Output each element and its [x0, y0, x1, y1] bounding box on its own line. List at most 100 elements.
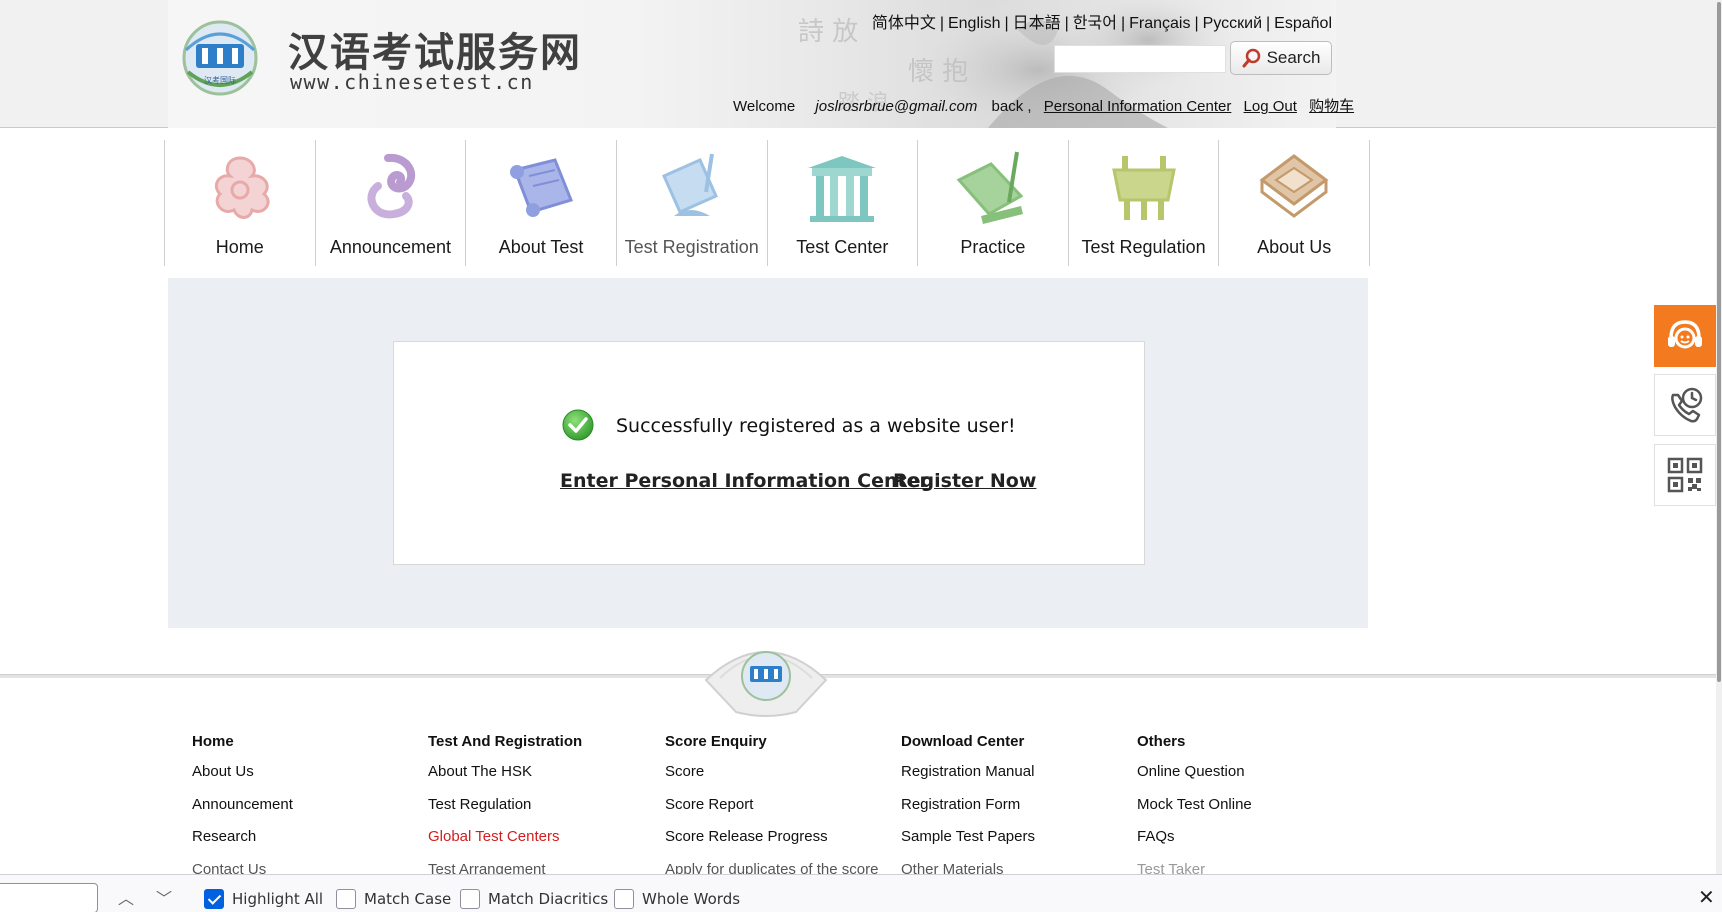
highlight-all-label: Highlight All: [232, 890, 324, 908]
phone-clock-icon: [1671, 387, 1703, 423]
footer-link[interactable]: Sample Test Papers: [901, 828, 1131, 861]
welcome-text: Welcome: [733, 98, 796, 115]
check-circle-icon: [562, 409, 594, 441]
footer-link[interactable]: About The HSK: [428, 763, 658, 796]
footer-link[interactable]: Score Release Progress: [665, 828, 895, 861]
nav-label-announcement: Announcement: [329, 237, 451, 257]
home-cloud-icon: [214, 156, 270, 219]
match-diacritics-label: Match Diacritics: [488, 890, 609, 908]
footer-col-test-and-registration: Test And Registration About The HSK Test…: [428, 733, 658, 893]
qr-code-button[interactable]: [1654, 444, 1716, 506]
language-switcher: 简体中文 | English | 日本語 | 한국어 | Français | Русский | Es…: [871, 15, 1332, 32]
nav-item-about-test[interactable]: About Test: [466, 140, 617, 266]
announcement-swirl-icon: [368, 153, 416, 219]
welcome-bar: Welcome joslrosrbrue@gmail.com back , Pe…: [733, 95, 1354, 116]
svg-text:汉考国际: 汉考国际: [204, 76, 236, 85]
match-case-checkbox[interactable]: [336, 889, 356, 909]
nav-label-home: Home: [215, 237, 264, 257]
search-input[interactable]: [1054, 45, 1226, 73]
footer-link[interactable]: Test Regulation: [428, 796, 658, 829]
close-icon[interactable]: ✕: [1698, 885, 1715, 909]
footer-col-title: Others: [1137, 733, 1186, 750]
headset-icon: [1668, 320, 1702, 349]
main-nav: Home Announcement About Test Test Regist…: [164, 140, 1370, 266]
footer-col-others: Others Online Question Mock Test Online …: [1137, 733, 1367, 893]
whole-words-option[interactable]: Whole Words: [614, 889, 740, 909]
customer-service-button[interactable]: [1654, 305, 1716, 367]
nav-label-practice: Practice: [960, 237, 1026, 257]
match-diacritics-checkbox[interactable]: [460, 889, 480, 909]
lang-ru[interactable]: Русский: [1203, 15, 1262, 32]
user-email: joslrosrbrue@gmail.com: [815, 98, 978, 115]
match-case-label: Match Case: [364, 890, 452, 908]
footer-col-download-center: Download Center Registration Manual Regi…: [901, 733, 1131, 893]
lang-fr[interactable]: Français: [1129, 15, 1190, 32]
seal-box-icon: [1259, 154, 1329, 218]
lang-zh[interactable]: 简体中文: [872, 15, 936, 32]
personal-center-link[interactable]: Personal Information Center: [1044, 98, 1232, 115]
cart-link[interactable]: 购物车: [1309, 98, 1354, 115]
find-previous-button[interactable]: ︿: [118, 885, 134, 909]
hanban-emblem-icon[interactable]: 汉考国际: [174, 20, 266, 96]
nav-item-announcement[interactable]: Announcement: [316, 140, 467, 266]
lang-ko[interactable]: 한국어: [1073, 15, 1117, 32]
search-icon: [1242, 48, 1260, 68]
footer-col-title: Download Center: [901, 733, 1025, 750]
footer-link[interactable]: Registration Manual: [901, 763, 1131, 796]
book-pen-icon: [956, 151, 1024, 224]
match-diacritics-option[interactable]: Match Diacritics: [460, 889, 608, 909]
nav-label-test-registration: Test Registration: [624, 237, 759, 257]
nav-label-test-regulation: Test Regulation: [1081, 237, 1206, 257]
whole-words-label: Whole Words: [642, 890, 741, 908]
nav-label-about-test: About Test: [498, 237, 584, 257]
register-now-link[interactable]: Register Now: [893, 470, 1036, 492]
search-button[interactable]: Search: [1230, 41, 1332, 75]
scroll-icon: [510, 158, 574, 217]
footer-link[interactable]: Registration Form: [901, 796, 1131, 829]
enter-personal-center-link[interactable]: Enter Personal Information Center: [560, 470, 929, 492]
footer-link[interactable]: Mock Test Online: [1137, 796, 1367, 829]
success-message: Successfully registered as a website use…: [616, 415, 1016, 437]
find-next-button[interactable]: ﹀: [156, 885, 172, 909]
highlight-all-option[interactable]: Highlight All: [204, 889, 323, 909]
nav-item-test-center[interactable]: Test Center: [768, 140, 919, 266]
match-case-option[interactable]: Match Case: [336, 889, 451, 909]
qr-code-icon: [1667, 457, 1703, 493]
page-scrollbar-thumb[interactable]: [1717, 2, 1721, 682]
footer-link[interactable]: Research: [192, 828, 422, 861]
lang-en[interactable]: English: [948, 15, 1000, 32]
footer-link-highlighted[interactable]: Global Test Centers: [428, 828, 658, 861]
svg-text:詩 放: 詩 放: [798, 17, 858, 47]
ding-vessel-icon: [1111, 156, 1176, 220]
nav-item-test-regulation[interactable]: Test Regulation: [1069, 140, 1220, 266]
footer-link[interactable]: FAQs: [1137, 828, 1367, 861]
lang-ja[interactable]: 日本語: [1013, 15, 1061, 32]
footer-fan-emblem-icon: [704, 651, 828, 717]
whole-words-checkbox[interactable]: [614, 889, 634, 909]
find-input[interactable]: [0, 883, 98, 912]
find-bar: ︿ ﹀ Highlight All Match Case Match Diacr…: [0, 874, 1722, 912]
footer-col-title[interactable]: Home: [192, 733, 422, 750]
footer-col-title: Test And Registration: [428, 733, 583, 750]
nav-item-practice[interactable]: Practice: [918, 140, 1069, 266]
footer-link[interactable]: Announcement: [192, 796, 422, 829]
nav-item-about-us[interactable]: About Us: [1219, 140, 1370, 266]
footer-link[interactable]: About Us: [192, 763, 422, 796]
footer-link[interactable]: Score: [665, 763, 895, 796]
logout-link[interactable]: Log Out: [1244, 98, 1297, 115]
highlight-all-checkbox[interactable]: [204, 889, 224, 909]
nav-item-home[interactable]: Home: [165, 140, 316, 266]
main-panel: Successfully registered as a website use…: [168, 278, 1368, 628]
footer-link[interactable]: Online Question: [1137, 763, 1367, 796]
lang-es[interactable]: Español: [1274, 15, 1332, 32]
registration-success-card: Successfully registered as a website use…: [393, 341, 1145, 565]
footer-link[interactable]: Score Report: [665, 796, 895, 829]
svg-text:懷 抱: 懷 抱: [908, 57, 968, 87]
phone-hours-button[interactable]: [1654, 374, 1716, 436]
nav-label-about-us: About Us: [1257, 237, 1332, 257]
nav-label-test-center: Test Center: [796, 237, 889, 257]
nav-item-test-registration[interactable]: Test Registration: [617, 140, 768, 266]
footer-col-home: Home About Us Announcement Research Cont…: [192, 733, 422, 893]
footer-col-title: Score Enquiry: [665, 733, 767, 750]
footer-col-score-enquiry: Score Enquiry Score Score Report Score R…: [665, 733, 895, 893]
